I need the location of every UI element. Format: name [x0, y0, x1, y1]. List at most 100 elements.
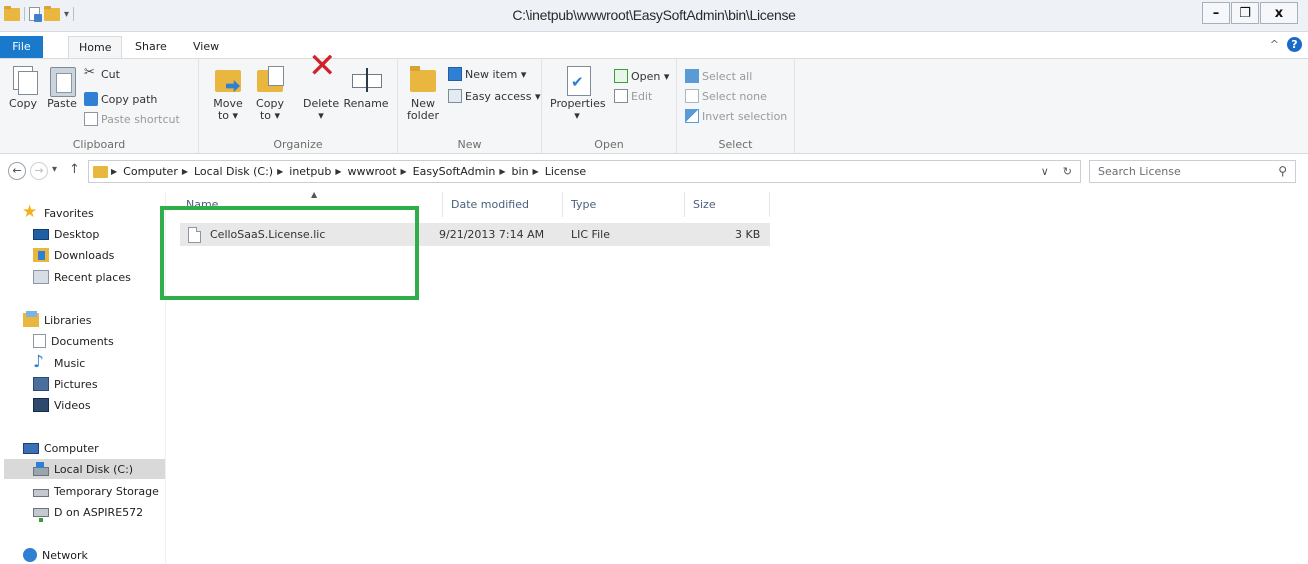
desktop-icon — [33, 228, 49, 240]
breadcrumb-computer[interactable]: ▶ Computer — [111, 165, 178, 178]
tab-view[interactable]: View — [183, 36, 229, 58]
nav-downloads[interactable]: Downloads — [33, 245, 114, 265]
address-bar[interactable]: ▶ Computer ▶ Local Disk (C:) ▶ inetpub ▶ www… — [88, 160, 1081, 183]
nav-label: Libraries — [44, 313, 92, 327]
new-item-icon — [448, 67, 462, 81]
cut-button[interactable]: Cut — [84, 65, 120, 81]
rename-icon — [350, 64, 382, 96]
breadcrumb-easysoftadmin[interactable]: ▶ EasySoftAdmin — [401, 165, 496, 178]
move-to-button[interactable]: Move to ▾ — [211, 64, 245, 122]
select-all-icon — [685, 69, 699, 83]
up-button[interactable]: ↑ — [69, 162, 80, 177]
nav-label: Videos — [54, 398, 91, 412]
copy-to-label: Copy to ▾ — [256, 97, 284, 122]
new-item-button[interactable]: New item ▾ — [448, 67, 526, 81]
refresh-icon[interactable]: ↻ — [1063, 165, 1072, 178]
delete-button[interactable]: Delete ▾ — [303, 60, 339, 122]
paste-icon — [46, 64, 78, 97]
copy-button[interactable]: Copy — [6, 64, 40, 110]
ribbon: Copy Paste Cut Copy path Paste shortcut … — [0, 58, 1308, 154]
nav-pictures[interactable]: Pictures — [33, 374, 98, 394]
breadcrumb-local-disk[interactable]: ▶ Local Disk (C:) — [182, 165, 273, 178]
nav-temporary-storage[interactable]: Temporary Storage — [33, 481, 159, 501]
local-disk-icon — [33, 461, 49, 476]
nav-music[interactable]: Music — [33, 352, 86, 373]
breadcrumb-wwwroot[interactable]: ▶ wwwroot — [335, 165, 396, 178]
breadcrumb-inetpub[interactable]: ▶ inetpub — [277, 165, 331, 178]
nav-label: Temporary Storage — [54, 484, 159, 498]
nav-label: Music — [54, 356, 86, 370]
copy-path-label: Copy path — [101, 92, 158, 106]
copy-label: Copy — [9, 97, 37, 110]
new-folder-icon — [407, 64, 439, 96]
breadcrumb-label: bin — [511, 165, 529, 178]
nav-recent-places[interactable]: Recent places — [33, 267, 131, 287]
back-button[interactable]: ← — [8, 162, 26, 180]
paste-shortcut-icon — [84, 112, 98, 126]
nav-videos[interactable]: Videos — [33, 395, 91, 415]
select-none-button[interactable]: Select none — [685, 89, 767, 103]
tab-share[interactable]: Share — [125, 36, 177, 58]
nav-desktop[interactable]: Desktop — [33, 224, 99, 244]
address-dropdown-icon[interactable]: ∨ — [1041, 165, 1049, 178]
nav-computer[interactable]: Computer — [23, 438, 99, 458]
breadcrumb-label: inetpub — [289, 165, 332, 178]
breadcrumb-license[interactable]: ▶ License — [533, 165, 587, 178]
new-folder-button[interactable]: New folder — [404, 64, 442, 122]
properties-button[interactable]: Properties ▾ — [550, 64, 606, 122]
open-button[interactable]: Open ▾ — [614, 69, 669, 83]
network-drive-icon — [33, 507, 49, 522]
breadcrumb-bin[interactable]: ▶ bin — [499, 165, 528, 178]
nav-local-disk[interactable]: Local Disk (C:) — [4, 459, 165, 479]
easy-access-button[interactable]: Easy access ▾ — [448, 89, 541, 103]
tab-home[interactable]: Home — [68, 36, 123, 59]
restore-button[interactable]: ❐ — [1231, 2, 1259, 24]
properties-icon — [561, 64, 593, 96]
nav-label: Network — [42, 548, 88, 562]
select-group-label: Select — [718, 138, 753, 151]
folder-icon — [93, 165, 108, 178]
search-icon[interactable]: ⚲ — [1278, 164, 1287, 178]
paste-shortcut-button[interactable]: Paste shortcut — [84, 112, 180, 126]
minimize-button[interactable]: – — [1202, 2, 1230, 24]
nav-favorites[interactable]: Favorites — [22, 202, 94, 223]
rename-button[interactable]: Rename — [343, 64, 389, 110]
nav-label: Local Disk (C:) — [54, 462, 134, 476]
column-header-size[interactable]: Size — [685, 192, 770, 217]
nav-label: Computer — [44, 441, 99, 455]
help-icon[interactable]: ? — [1287, 37, 1302, 52]
select-all-button[interactable]: Select all — [685, 69, 752, 83]
column-header-date-modified[interactable]: Date modified — [443, 192, 563, 217]
downloads-icon — [33, 248, 49, 262]
copy-to-button[interactable]: Copy to ▾ — [253, 64, 287, 122]
ribbon-tabs: File Home Share View — [0, 36, 1308, 59]
nav-label: Documents — [51, 334, 114, 348]
select-all-label: Select all — [702, 69, 753, 83]
copy-path-button[interactable]: Copy path — [84, 92, 157, 106]
search-input[interactable] — [1090, 161, 1260, 182]
collapse-ribbon-icon[interactable]: ^ — [1270, 38, 1279, 51]
paste-button[interactable]: Paste — [44, 64, 80, 110]
nav-d-on-aspire[interactable]: D on ASPIRE572 — [33, 502, 143, 522]
copy-icon — [7, 64, 39, 96]
music-icon — [33, 352, 49, 372]
search-box[interactable]: ⚲ — [1089, 160, 1296, 183]
tab-file[interactable]: File — [0, 36, 43, 58]
forward-button[interactable]: → — [30, 162, 48, 180]
recent-locations-dropdown[interactable]: ▾ — [52, 164, 57, 175]
nav-label: D on ASPIRE572 — [54, 505, 144, 519]
annotation-highlight-box — [160, 206, 419, 300]
nav-documents[interactable]: Documents — [33, 331, 114, 351]
invert-selection-button[interactable]: Invert selection — [685, 109, 787, 123]
clipboard-group-label: Clipboard — [72, 138, 126, 151]
title-bar: ▾ C:\inetpub\wwwroot\EasySoftAdmin\bin\L… — [0, 0, 1308, 32]
edit-button[interactable]: Edit — [614, 89, 652, 103]
close-button[interactable]: x — [1260, 2, 1298, 24]
nav-network[interactable]: Network — [23, 545, 88, 564]
new-folder-label: New folder — [407, 97, 439, 122]
column-header-type[interactable]: Type — [563, 192, 685, 217]
copy-path-icon — [84, 92, 98, 106]
nav-libraries[interactable]: Libraries — [23, 310, 92, 330]
navigation-pane: Favorites Desktop Downloads Recent place… — [0, 192, 166, 564]
new-group-label: New — [457, 138, 482, 151]
